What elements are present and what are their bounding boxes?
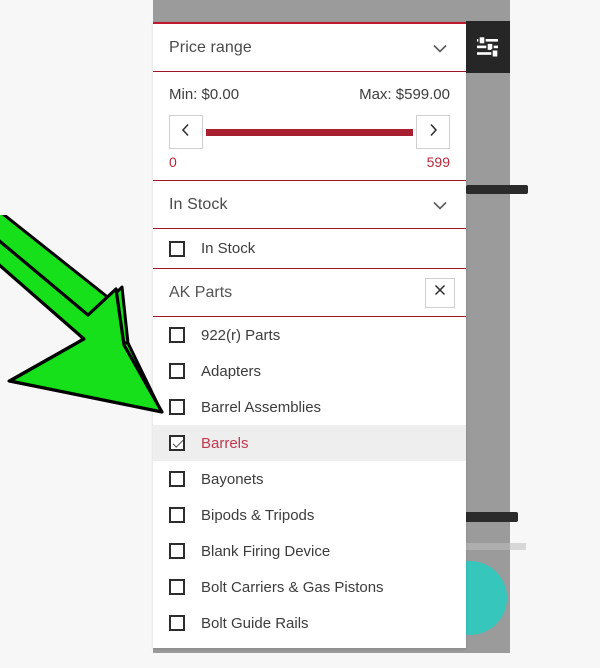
- filter-option-checkbox[interactable]: [169, 471, 185, 487]
- close-icon: [433, 283, 447, 302]
- filter-option-checkbox[interactable]: [169, 327, 185, 343]
- in-stock-checkbox-row[interactable]: In Stock: [153, 229, 466, 269]
- filter-option-label: Bolt Guide Rails: [201, 614, 309, 632]
- filter-option-label: Bayonets: [201, 470, 264, 488]
- filter-option-row[interactable]: Bolt Guide Rails: [153, 605, 466, 641]
- price-range-section-header[interactable]: Price range: [153, 24, 466, 72]
- in-stock-section-header[interactable]: In Stock: [153, 181, 466, 229]
- price-slider-max-handle[interactable]: [416, 115, 450, 149]
- chevron-right-icon: [426, 122, 440, 143]
- filter-option-row[interactable]: Adapters: [153, 353, 466, 389]
- price-range-body: Min: $0.00 Max: $599.00 0 599: [153, 72, 466, 181]
- filter-option-checkbox[interactable]: [169, 399, 185, 415]
- filter-option-checkbox[interactable]: [169, 543, 185, 559]
- price-max-label: Max: $599.00: [359, 86, 450, 103]
- filter-option-label: Bipods & Tripods: [201, 506, 315, 524]
- price-range-max-value: 599: [426, 154, 450, 170]
- filter-option-row[interactable]: Bolt Heads: [153, 641, 466, 648]
- price-min-label: Min: $0.00: [169, 86, 240, 103]
- chevron-left-icon: [179, 122, 193, 143]
- in-stock-checkbox[interactable]: [169, 240, 185, 257]
- filter-option-row[interactable]: 922(r) Parts: [153, 317, 466, 353]
- background-text-placeholder: [466, 543, 526, 550]
- filter-option-row[interactable]: Barrel Assemblies: [153, 389, 466, 425]
- filter-option-checkbox[interactable]: [169, 435, 185, 451]
- filter-option-checkbox[interactable]: [169, 579, 185, 595]
- filter-toggle-button[interactable]: [466, 21, 510, 73]
- filter-option-row[interactable]: Bayonets: [153, 461, 466, 497]
- applied-filter-value[interactable]: AK Parts: [169, 284, 425, 302]
- filter-options-list: 922(r) Parts Adapters Barrel Assemblies Bar…: [153, 317, 466, 648]
- filter-panel: Price range Min: $0.00 Max: $599.00 0 59…: [153, 22, 466, 648]
- background-product-bar: [466, 185, 528, 194]
- background-product-bar: [462, 512, 518, 522]
- chevron-down-icon: [430, 195, 450, 215]
- filter-option-checkbox[interactable]: [169, 507, 185, 523]
- filter-option-checkbox[interactable]: [169, 363, 185, 379]
- filter-sliders-icon: [476, 36, 500, 58]
- price-minmax-row: Min: $0.00 Max: $599.00: [169, 86, 450, 103]
- filter-option-checkbox[interactable]: [169, 615, 185, 631]
- filter-option-label: Adapters: [201, 362, 262, 380]
- filter-option-label: Barrel Assemblies: [201, 398, 322, 416]
- filter-option-label: 922(r) Parts: [201, 326, 281, 344]
- filter-option-row[interactable]: Barrels: [153, 425, 466, 461]
- chevron-down-icon: [430, 38, 450, 58]
- price-slider-track[interactable]: [206, 128, 413, 136]
- clear-filter-button[interactable]: [425, 277, 455, 308]
- filter-option-row[interactable]: Blank Firing Device: [153, 533, 466, 569]
- filter-option-row[interactable]: Bipods & Tripods: [153, 497, 466, 533]
- in-stock-option-label: In Stock: [201, 240, 256, 257]
- price-slider[interactable]: [169, 115, 450, 149]
- price-slider-min-handle[interactable]: [169, 115, 203, 149]
- filter-option-row[interactable]: Bolt Carriers & Gas Pistons: [153, 569, 466, 605]
- price-range-min-value: 0: [169, 154, 177, 170]
- filter-option-label: Blank Firing Device: [201, 542, 331, 560]
- price-range-values: 0 599: [169, 154, 450, 170]
- applied-filter-row: AK Parts: [153, 269, 466, 317]
- price-range-label: Price range: [169, 38, 252, 56]
- filter-option-label: Bolt Carriers & Gas Pistons: [201, 578, 384, 596]
- filter-option-label: Barrels: [201, 434, 249, 452]
- in-stock-label: In Stock: [169, 195, 228, 213]
